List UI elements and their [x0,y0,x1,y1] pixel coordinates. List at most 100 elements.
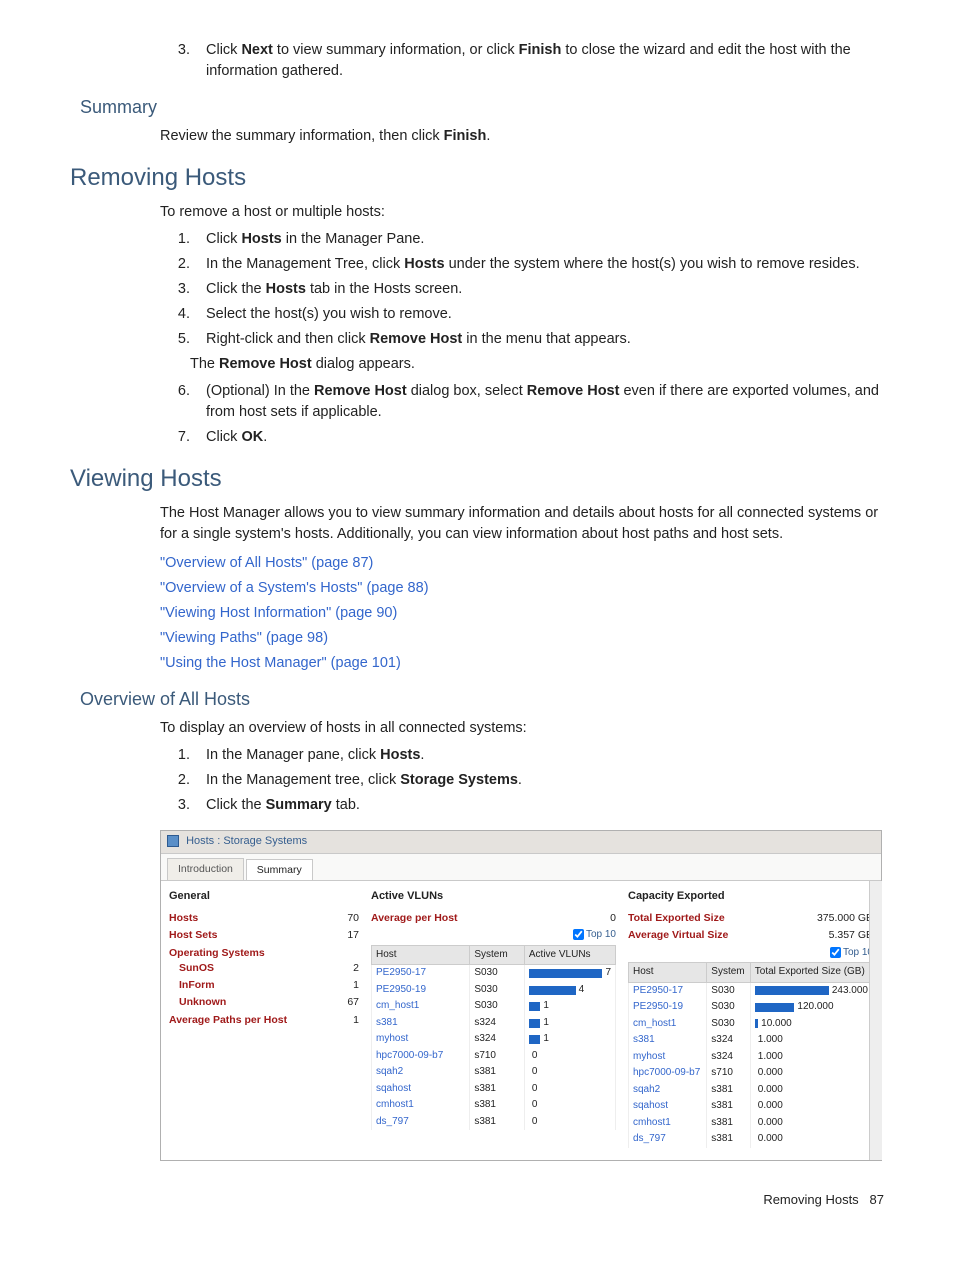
host-cell[interactable]: sqahost [629,1098,707,1115]
table-row[interactable]: cm_host1S0301 [372,998,616,1015]
bold: Remove Host [219,356,312,372]
system-cell: s324 [470,1031,525,1048]
host-cell[interactable]: sqah2 [372,1064,470,1081]
host-cell[interactable]: sqahost [372,1081,470,1098]
text: Click [206,42,241,58]
doc-link[interactable]: "Overview of All Hosts" (page 87) [160,553,884,574]
system-cell: S030 [470,998,525,1015]
col-host[interactable]: Host [372,945,470,965]
table-row[interactable]: ds_797s3810 [372,1114,616,1131]
table-row[interactable]: ds_797s3810.000 [629,1131,873,1148]
table-row[interactable]: s381s3241.000 [629,1032,873,1049]
table-row[interactable]: PE2950-17S0307 [372,965,616,982]
table-row[interactable]: sqah2s3810 [372,1064,616,1081]
vluns-table: Host System Active VLUNs PE2950-17S0307P… [371,945,616,1131]
list-item: 1.Click Hosts in the Manager Pane. [160,229,884,250]
host-cell[interactable]: ds_797 [629,1131,707,1148]
col-system[interactable]: System [470,945,525,965]
col-total[interactable]: Total Exported Size (GB) [750,963,872,983]
step-text: Click the Summary tab. [206,795,884,816]
size-cell: 0.000 [750,1115,872,1132]
host-cell[interactable]: myhost [372,1031,470,1048]
avg-per-host-value: 0 [610,911,616,926]
doc-link[interactable]: "Using the Host Manager" (page 101) [160,653,884,674]
host-cell[interactable]: cm_host1 [372,998,470,1015]
host-cell[interactable]: cmhost1 [629,1115,707,1132]
system-cell: s324 [707,1049,750,1066]
vluns-cell: 7 [524,965,615,982]
os-label: Operating Systems [169,946,359,961]
capacity-column: Capacity Exported Total Exported Size375… [628,889,873,1147]
step-text: Click Hosts in the Manager Pane. [206,229,884,250]
step-text: Right-click and then click Remove Host i… [206,329,884,350]
host-cell[interactable]: s381 [629,1032,707,1049]
text: dialog box, select [407,383,527,399]
col-host[interactable]: Host [629,963,707,983]
table-row[interactable]: PE2950-19S0304 [372,982,616,999]
system-cell: S030 [707,999,750,1016]
table-row[interactable]: sqahosts3810.000 [629,1098,873,1115]
vluns-top10-checkbox[interactable] [573,929,584,940]
capacity-heading: Capacity Exported [628,889,873,905]
host-cell[interactable]: cm_host1 [629,1016,707,1033]
footer-page: 87 [870,1192,884,1207]
list-item: 3.Click the Summary tab. [160,795,884,816]
host-cell[interactable]: s381 [372,1015,470,1032]
table-row[interactable]: PE2950-17S030243.000 [629,982,873,999]
unknown-value: 67 [347,995,359,1010]
table-row[interactable]: myhosts3241 [372,1031,616,1048]
vluns-cell: 4 [524,982,615,999]
table-row[interactable]: myhosts3241.000 [629,1049,873,1066]
host-cell[interactable]: sqah2 [629,1082,707,1099]
system-cell: s381 [470,1097,525,1114]
tab-summary[interactable]: Summary [246,859,313,881]
general-heading: General [169,889,359,905]
scrollbar[interactable] [869,881,882,1159]
host-cell[interactable]: hpc7000-09-b7 [372,1048,470,1065]
table-row[interactable]: s381s3241 [372,1015,616,1032]
text: (Optional) In the [206,383,314,399]
avgpaths-value: 1 [353,1013,359,1028]
avs-label: Average Virtual Size [628,928,728,943]
cap-top10-checkbox[interactable] [830,947,841,958]
host-cell[interactable]: PE2950-19 [629,999,707,1016]
footer-section: Removing Hosts [763,1192,858,1207]
host-cell[interactable]: cmhost1 [372,1097,470,1114]
size-cell: 0.000 [750,1065,872,1082]
table-row[interactable]: cm_host1S03010.000 [629,1016,873,1033]
table-row[interactable]: PE2950-19S030120.000 [629,999,873,1016]
list-item: 4.Select the host(s) you wish to remove. [160,304,884,325]
size-cell: 1.000 [750,1032,872,1049]
removing-step-7: 7. Click OK. [160,427,884,448]
tab-introduction[interactable]: Introduction [167,858,244,880]
text: Click [206,429,241,445]
system-cell: S030 [470,965,525,982]
host-cell[interactable]: hpc7000-09-b7 [629,1065,707,1082]
doc-link[interactable]: "Viewing Paths" (page 98) [160,628,884,649]
viewing-links: "Overview of All Hosts" (page 87) "Overvi… [160,553,884,674]
size-cell: 120.000 [750,999,872,1016]
host-cell[interactable]: ds_797 [372,1114,470,1131]
table-row[interactable]: hpc7000-09-b7s7100 [372,1048,616,1065]
table-row[interactable]: sqah2s3810.000 [629,1082,873,1099]
host-cell[interactable]: PE2950-17 [629,982,707,999]
hostsets-value: 17 [347,928,359,943]
app-tabs: Introduction Summary [161,854,881,880]
col-active[interactable]: Active VLUNs [524,945,615,965]
doc-link[interactable]: "Viewing Host Information" (page 90) [160,603,884,624]
top10-label: Top 10 [586,929,616,940]
host-cell[interactable]: myhost [629,1049,707,1066]
table-row[interactable]: sqahosts3810 [372,1081,616,1098]
host-cell[interactable]: PE2950-19 [372,982,470,999]
system-cell: s381 [470,1081,525,1098]
summary-body: Review the summary information, then cli… [160,126,884,147]
table-row[interactable]: cmhost1s3810.000 [629,1115,873,1132]
size-cell: 0.000 [750,1131,872,1148]
host-cell[interactable]: PE2950-17 [372,965,470,982]
table-row[interactable]: cmhost1s3810 [372,1097,616,1114]
system-cell: s324 [470,1015,525,1032]
col-system[interactable]: System [707,963,750,983]
doc-link[interactable]: "Overview of a System's Hosts" (page 88) [160,578,884,599]
text: dialog appears. [312,356,415,372]
table-row[interactable]: hpc7000-09-b7s7100.000 [629,1065,873,1082]
